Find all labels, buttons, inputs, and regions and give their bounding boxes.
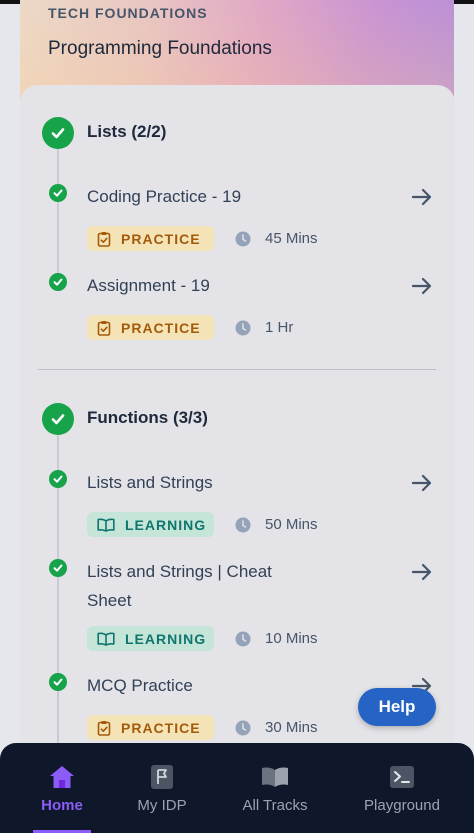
item-title[interactable]: Coding Practice - 19 — [87, 182, 241, 211]
check-circle-icon — [49, 470, 67, 488]
item-title[interactable]: MCQ Practice — [87, 671, 193, 700]
nav-my-idp[interactable]: My IDP — [122, 743, 202, 833]
clock-icon — [235, 320, 251, 336]
badge-label: LEARNING — [125, 516, 207, 533]
practice-badge: PRACTICE — [87, 226, 214, 251]
duration-text: 30 Mins — [265, 719, 318, 736]
check-circle-icon — [49, 559, 67, 577]
clock-icon — [235, 631, 251, 647]
check-circle-icon — [49, 673, 67, 691]
section-divider — [38, 369, 436, 370]
open-book-icon — [97, 632, 115, 646]
arrow-right-icon[interactable] — [411, 186, 433, 208]
item-title[interactable]: Lists and Strings | Cheat — [87, 557, 272, 586]
course-title: Programming Foundations — [48, 38, 272, 59]
book-icon — [261, 763, 289, 791]
nav-playground[interactable]: Playground — [352, 743, 452, 833]
clipboard-check-icon — [97, 720, 111, 736]
duration-text: 45 Mins — [265, 230, 318, 247]
flag-icon — [148, 763, 176, 791]
clipboard-check-icon — [97, 320, 111, 336]
duration-text: 10 Mins — [265, 630, 318, 647]
check-circle-icon — [42, 117, 74, 149]
practice-badge: PRACTICE — [87, 315, 214, 340]
progress-line — [57, 148, 59, 288]
clock-icon — [235, 231, 251, 247]
open-book-icon — [97, 518, 115, 532]
learning-badge: LEARNING — [87, 626, 214, 651]
practice-badge: PRACTICE — [87, 715, 214, 740]
clipboard-check-icon — [97, 231, 111, 247]
duration-text: 1 Hr — [265, 319, 294, 336]
badge-label: PRACTICE — [121, 319, 201, 336]
learning-badge: LEARNING — [87, 512, 214, 537]
home-icon — [48, 763, 76, 791]
nav-label: My IDP — [137, 797, 187, 814]
check-circle-icon — [49, 184, 67, 202]
arrow-right-icon[interactable] — [411, 472, 433, 494]
nav-label: Home — [41, 797, 83, 814]
check-circle-icon — [42, 403, 74, 435]
item-title[interactable]: Assignment - 19 — [87, 271, 210, 300]
nav-home[interactable]: Home — [22, 743, 102, 833]
badge-label: PRACTICE — [121, 230, 201, 247]
badge-label: LEARNING — [125, 630, 207, 647]
bottom-nav: Home My IDP All Tracks Playground — [0, 743, 474, 833]
badge-label: PRACTICE — [121, 719, 201, 736]
track-label: TECH FOUNDATIONS — [48, 5, 208, 21]
clock-icon — [235, 517, 251, 533]
item-title[interactable]: Lists and Strings — [87, 468, 213, 497]
check-circle-icon — [49, 273, 67, 291]
terminal-icon — [388, 763, 416, 791]
nav-all-tracks[interactable]: All Tracks — [230, 743, 320, 833]
help-button[interactable]: Help — [358, 688, 436, 726]
nav-label: Playground — [364, 797, 440, 814]
nav-label: All Tracks — [242, 797, 308, 814]
arrow-right-icon[interactable] — [411, 275, 433, 297]
clock-icon — [235, 720, 251, 736]
section-title-lists[interactable]: Lists (2/2) — [87, 122, 166, 142]
section-title-functions[interactable]: Functions (3/3) — [87, 408, 208, 428]
item-title-continued[interactable]: Sheet — [87, 586, 131, 615]
duration-text: 50 Mins — [265, 516, 318, 533]
arrow-right-icon[interactable] — [411, 561, 433, 583]
